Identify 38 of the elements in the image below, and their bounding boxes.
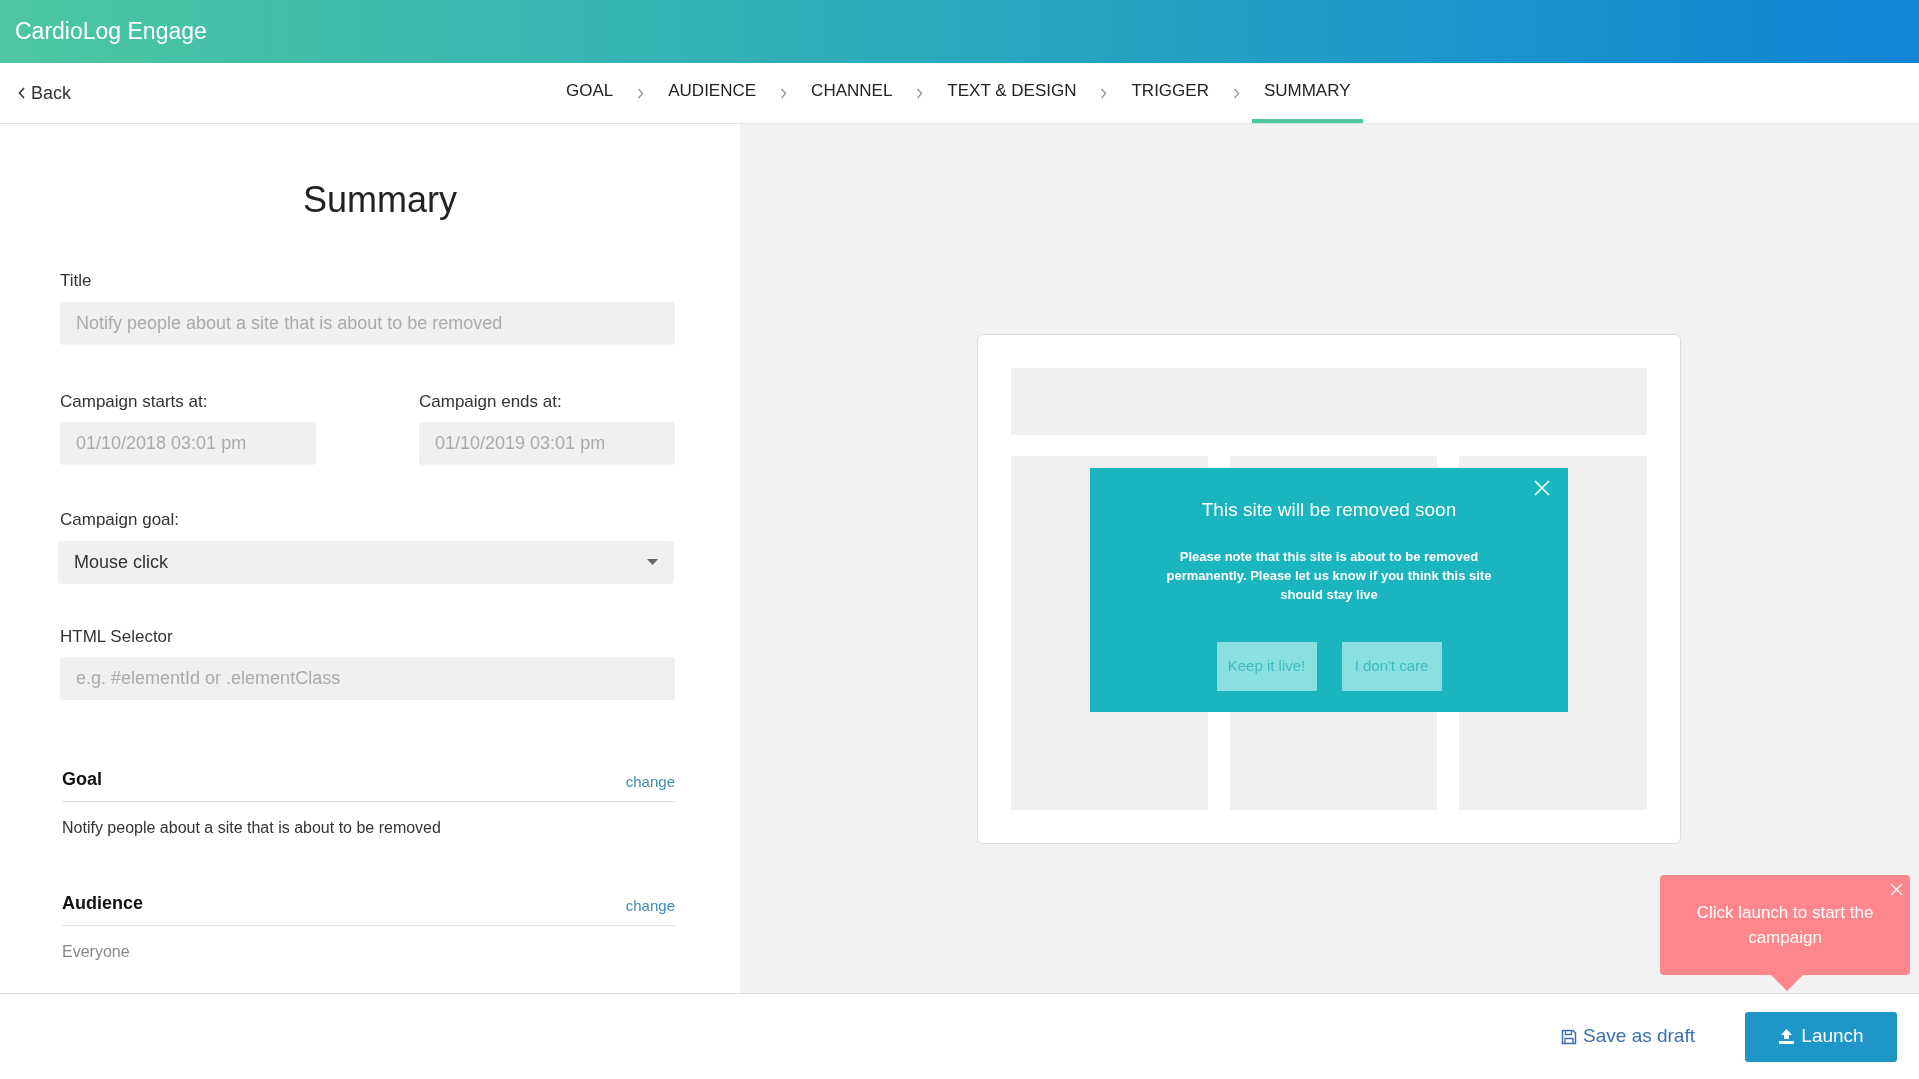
- input-field[interactable]: 01/10/2019 03:01 pm: [419, 422, 675, 465]
- popup-title: This site will be removed soon: [1201, 498, 1457, 522]
- field-label: Campaign ends at:: [419, 390, 563, 413]
- chevron-left-icon: [18, 87, 26, 99]
- popup-message: Please note that this site is about to be removed permanently. Please let us know if you think this site should stay live: [1165, 547, 1493, 604]
- page-heading: Summary: [302, 178, 458, 222]
- change-link[interactable]: change: [625, 770, 675, 793]
- tooltip-text: Click launch to start the campaign: [1695, 902, 1875, 949]
- dropdown-arrow-icon: [647, 559, 658, 565]
- field-label: HTML Selector: [60, 625, 174, 648]
- step-tab[interactable]: TEXT & DESIGN: [935, 63, 1089, 123]
- field-label: Campaign starts at:: [60, 390, 209, 413]
- section-heading: Goal: [62, 768, 102, 791]
- step-tab[interactable]: TRIGGER: [1119, 63, 1221, 123]
- field-label: Campaign goal:: [60, 509, 181, 531]
- upload-icon: [1778, 1028, 1796, 1045]
- chevron-right-icon: [780, 87, 788, 99]
- step-tab[interactable]: CHANNEL: [799, 63, 905, 123]
- change-link[interactable]: change: [625, 894, 675, 917]
- section-text: Everyone: [62, 942, 131, 962]
- field-label: Title: [60, 270, 93, 292]
- step-tab[interactable]: AUDIENCE: [656, 63, 769, 123]
- chevron-right-icon: [1100, 87, 1108, 99]
- input-field[interactable]: 01/10/2018 03:01 pm: [60, 422, 316, 465]
- save-draft-link[interactable]: Save as draft: [1561, 1022, 1695, 1051]
- section-text: Notify people about a site that is about to be removed: [62, 818, 442, 838]
- close-icon[interactable]: [1534, 480, 1550, 496]
- close-icon[interactable]: [1890, 883, 1903, 896]
- chevron-right-icon: [916, 87, 924, 99]
- chevron-right-icon: [1232, 87, 1240, 99]
- input-field[interactable]: e.g. #elementId or .elementClass: [60, 657, 675, 700]
- input-field[interactable]: Notify people about a site that is about to be removed: [60, 301, 675, 345]
- goal-dropdown[interactable]: Mouse click: [58, 540, 674, 584]
- section-heading: Audience: [62, 892, 144, 915]
- back-link[interactable]: Back: [18, 79, 72, 107]
- step-tab[interactable]: GOAL: [554, 63, 626, 123]
- chevron-right-icon: [637, 87, 645, 99]
- app-title: CardioLog Engage: [15, 17, 207, 47]
